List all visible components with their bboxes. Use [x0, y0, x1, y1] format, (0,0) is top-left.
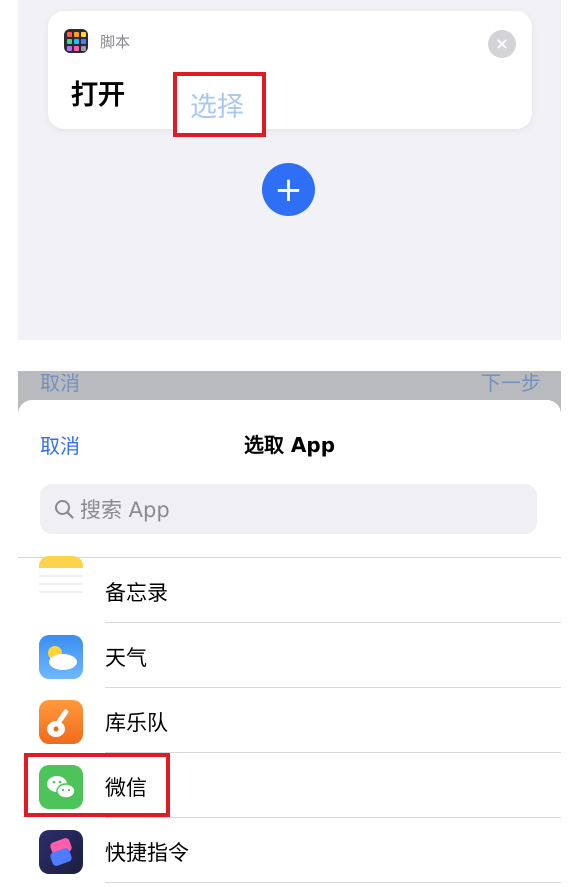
wechat-highlight-box: [24, 753, 170, 817]
search-icon: [55, 500, 74, 519]
notes-icon: [39, 556, 83, 600]
search-input[interactable]: [78, 484, 522, 536]
app-row-shortcuts[interactable]: 快捷指令: [18, 818, 561, 883]
backdrop-next-label: 下一步: [481, 371, 541, 395]
action-open-label: 打开: [71, 80, 125, 111]
plus-icon: +: [274, 169, 303, 210]
scripting-icon: [64, 29, 88, 53]
close-icon: ×: [495, 34, 509, 53]
weather-icon: [39, 635, 83, 679]
shortcut-editor: 脚本 × 打开 选择 +: [18, 0, 561, 340]
app-row-wechat[interactable]: 微信: [18, 753, 561, 818]
action-category-label: 脚本: [100, 33, 131, 51]
app-row-weather[interactable]: 天气: [18, 623, 561, 688]
app-name: 库乐队: [105, 711, 168, 735]
app-list: 备忘录 天气 库乐队 微信 快捷指令: [18, 556, 561, 883]
backdrop-cancel-label: 取消: [40, 371, 80, 395]
app-name: 备忘录: [105, 581, 168, 605]
app-name: 快捷指令: [105, 841, 189, 865]
garageband-icon: [39, 700, 83, 744]
app-row-notes[interactable]: 备忘录: [18, 556, 561, 623]
select-app-parameter[interactable]: 选择: [173, 72, 266, 137]
search-field[interactable]: [40, 484, 537, 536]
remove-action-button[interactable]: ×: [488, 30, 516, 58]
app-name: 天气: [105, 646, 147, 670]
sheet-title: 选取 App: [243, 433, 336, 457]
open-app-action-card[interactable]: 脚本 × 打开 选择: [48, 11, 532, 137]
select-app-label: 选择: [190, 92, 244, 123]
shortcuts-icon: [39, 830, 83, 874]
choose-app-sheet: 取消 选取 App 备忘录: [18, 400, 561, 887]
add-action-button[interactable]: +: [262, 163, 315, 216]
row-divider: [105, 882, 561, 883]
app-row-garageband[interactable]: 库乐队: [18, 688, 561, 753]
